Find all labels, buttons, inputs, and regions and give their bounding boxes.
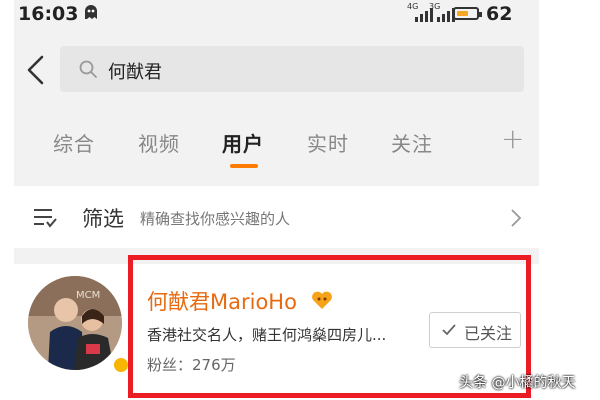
watermark: 头条 @小橘的秋天: [459, 375, 576, 391]
battery-fill: [457, 11, 469, 16]
tab-bar: 综合 视频 用户 实时 关注 +: [14, 112, 539, 170]
follower-count: 粉丝：276万: [147, 356, 236, 374]
following-button[interactable]: 已关注: [429, 312, 521, 348]
search-input[interactable]: 何猷君: [60, 46, 524, 92]
battery-icon: [453, 7, 482, 20]
svg-text:MCM: MCM: [76, 290, 100, 301]
chevron-left-icon: [27, 55, 44, 85]
filter-row[interactable]: 筛选 精确查找你感兴趣的人: [14, 186, 539, 248]
battery-percent: 62: [486, 3, 513, 25]
filter-description: 精确查找你感兴趣的人: [140, 210, 291, 228]
tab-users[interactable]: 用户: [222, 128, 264, 157]
tab-video[interactable]: 视频: [138, 128, 180, 157]
tab-comprehensive[interactable]: 综合: [53, 128, 95, 157]
back-button[interactable]: [24, 54, 48, 86]
following-label: 已关注: [464, 324, 513, 343]
active-tab-indicator: [230, 164, 258, 168]
tab-following[interactable]: 关注: [391, 128, 433, 157]
add-tab-button[interactable]: +: [501, 122, 524, 155]
verified-badge-icon: [112, 356, 130, 374]
avatar[interactable]: MCM: [28, 276, 122, 370]
user-name[interactable]: 何猷君MarioHo: [147, 286, 297, 316]
filter-title: 筛选: [82, 207, 124, 231]
filter-lines-icon: [34, 209, 57, 228]
search-icon: [79, 60, 97, 78]
check-icon: [442, 324, 456, 336]
search-query: 何猷君: [108, 62, 162, 83]
app-screen: 16:03 4G 3G 62 何猷君 综合 视频 用户 实时 关注 + 筛选 精…: [14, 0, 539, 400]
tab-realtime[interactable]: 实时: [307, 128, 349, 157]
chevron-right-icon: [511, 209, 522, 227]
user-description: 香港社交名人，赌王何鸿燊四房儿...: [147, 326, 387, 344]
ghost-icon: [82, 3, 100, 26]
status-time: 16:03: [18, 3, 79, 25]
vip-heart-icon: [312, 291, 332, 309]
status-bar: 16:03 4G 3G 62: [14, 0, 539, 30]
screenshot-frame: 16:03 4G 3G 62 何猷君 综合 视频 用户 实时 关注 + 筛选 精…: [0, 0, 600, 400]
